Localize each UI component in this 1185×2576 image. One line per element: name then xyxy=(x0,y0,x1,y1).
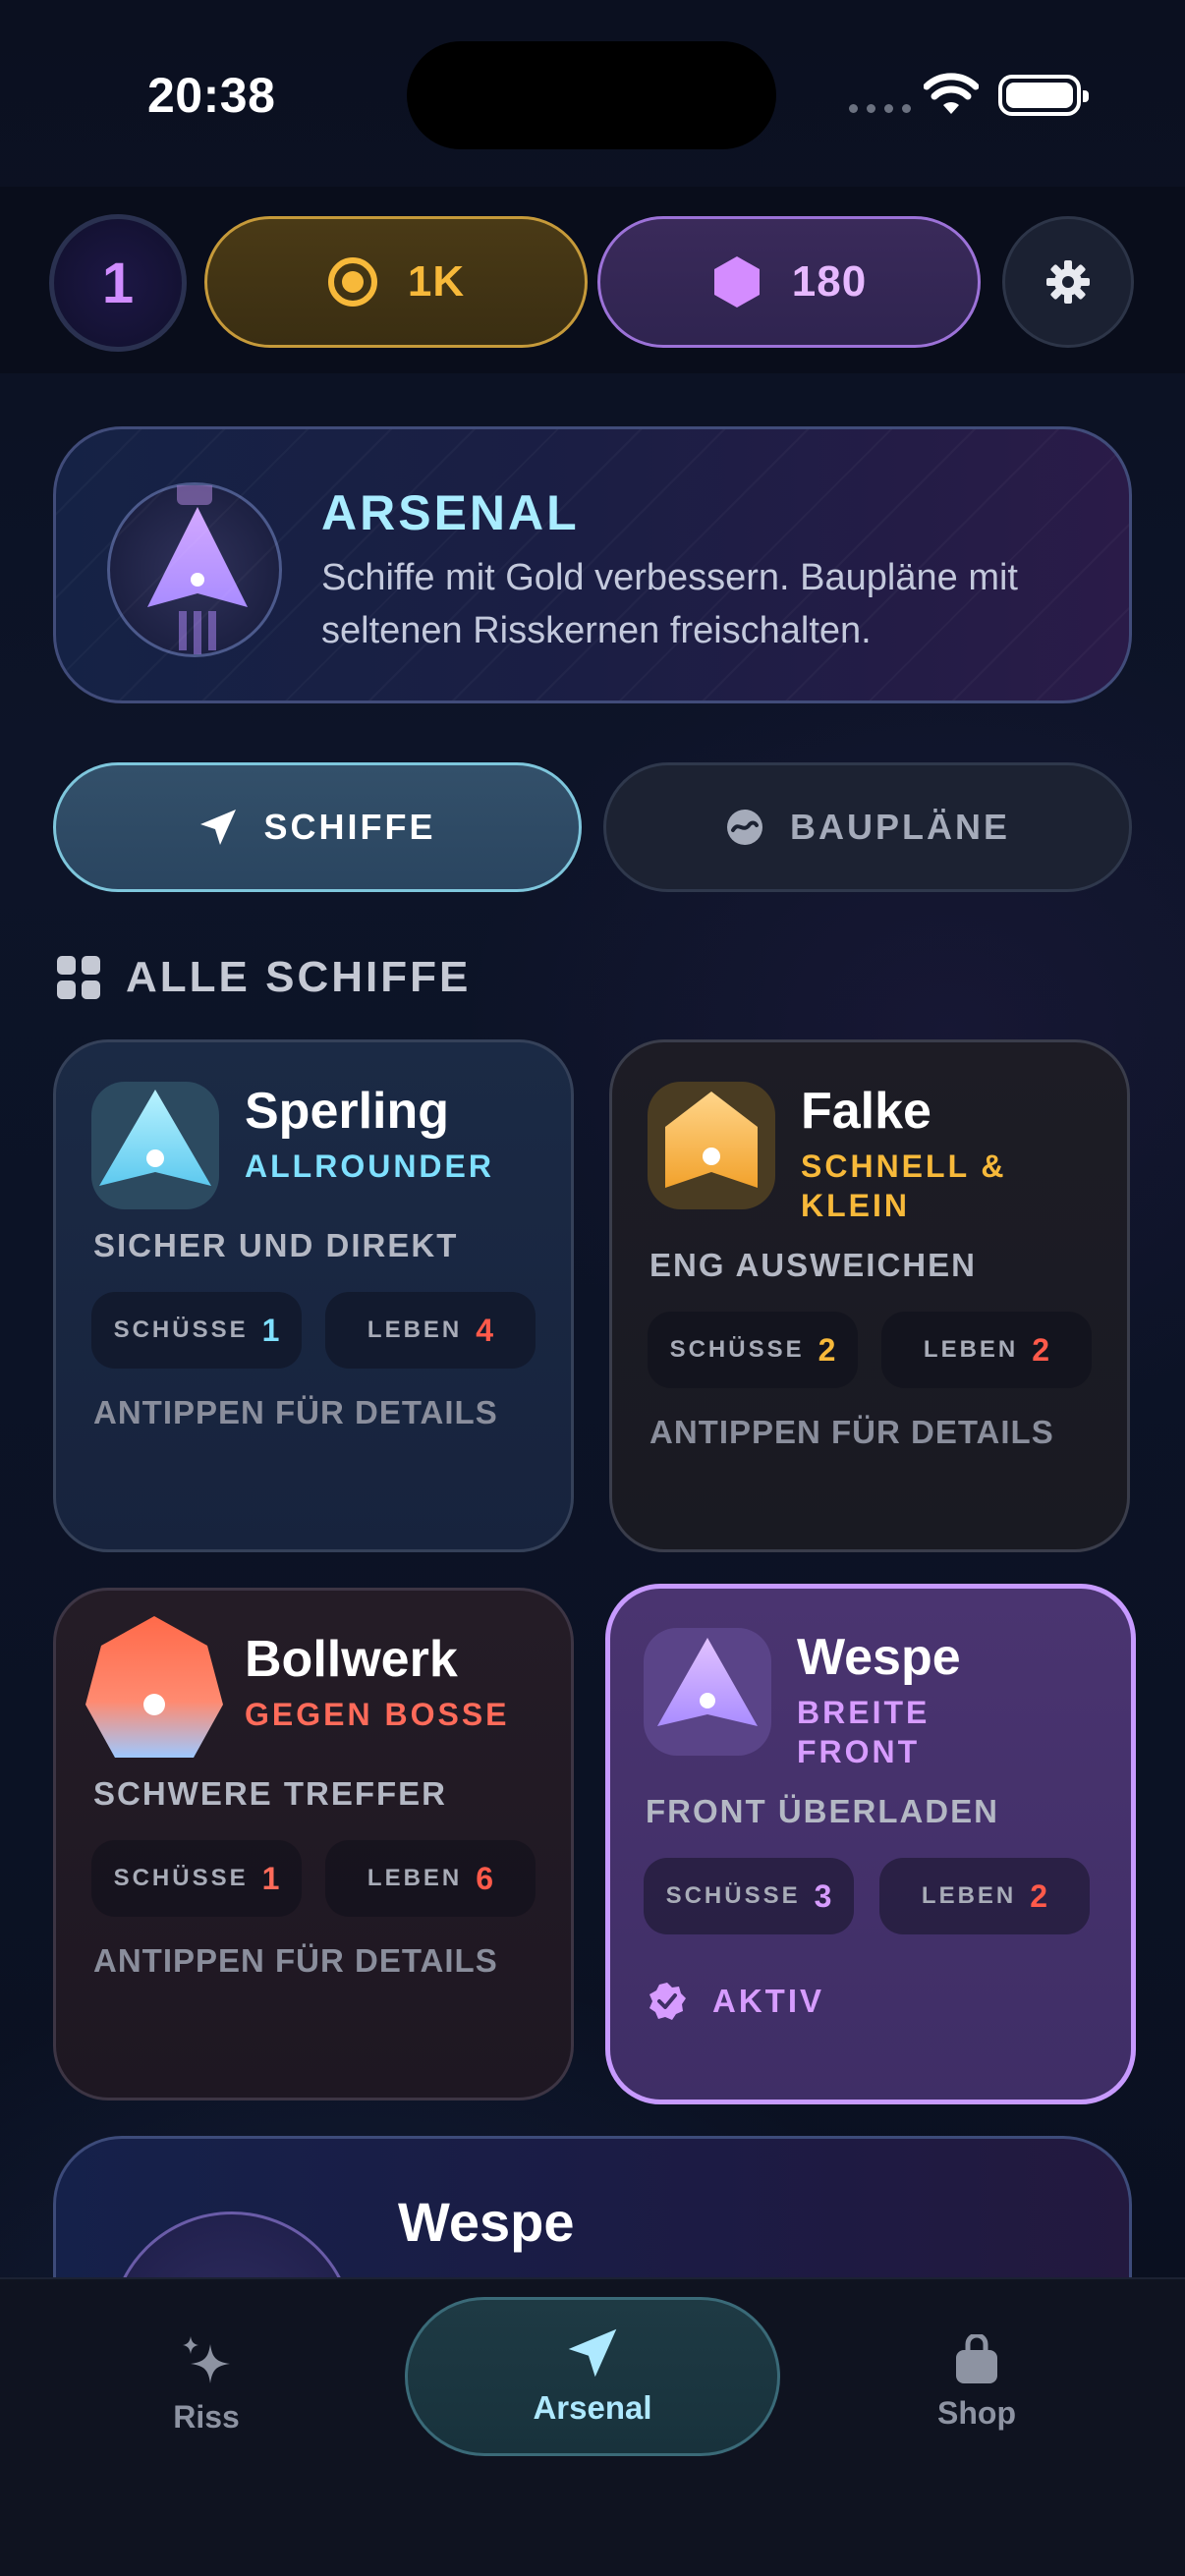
banner-title: ARSENAL xyxy=(321,485,580,540)
ship-card-bollwerk[interactable]: Bollwerk GEGEN BOSSE SCHWERE TREFFER SCH… xyxy=(53,1588,574,2100)
battery-icon xyxy=(998,75,1089,116)
ship-tagline: SICHER UND DIREKT xyxy=(93,1227,459,1263)
wespe-ship-icon xyxy=(644,1628,771,1756)
bollwerk-ship-icon xyxy=(85,1616,223,1758)
stat-lives-label: LEBEN xyxy=(367,1316,463,1343)
settings-button[interactable] xyxy=(1002,216,1134,348)
shopping-bag-icon xyxy=(956,2334,997,2383)
dynamic-island xyxy=(407,41,776,149)
featured-ship-name: Wespe xyxy=(398,2191,575,2253)
hexagon-gem-icon xyxy=(713,256,760,308)
card-hint: ANTIPPEN FÜR DETAILS xyxy=(93,1394,498,1430)
cellular-signal-icon xyxy=(849,104,911,113)
gear-icon xyxy=(1046,260,1090,304)
nav-riss-label: Riss xyxy=(173,2399,240,2435)
gold-amount: 1K xyxy=(407,257,466,306)
ship-name: Wespe xyxy=(797,1629,961,1686)
stat-lives: LEBEN 4 xyxy=(325,1292,536,1369)
blueprint-orbit-icon xyxy=(726,810,762,845)
level-badge[interactable]: 1 xyxy=(49,214,187,352)
status-bar: 20:38 xyxy=(0,0,1185,187)
ship-role: ALLROUNDER xyxy=(245,1148,494,1184)
stat-lives-label: LEBEN xyxy=(921,1882,1017,1909)
stat-shots: SCHÜSSE 1 xyxy=(91,1292,302,1369)
gold-balance[interactable]: 1K xyxy=(204,216,588,348)
ship-name: Falke xyxy=(801,1083,931,1140)
stat-lives-value: 4 xyxy=(476,1312,494,1348)
stat-lives-label: LEBEN xyxy=(923,1336,1019,1363)
stat-shots-value: 2 xyxy=(818,1331,836,1368)
ship-role: SCHNELL & KLEIN xyxy=(801,1148,1007,1223)
grid-icon xyxy=(57,956,100,999)
ship-card-sperling[interactable]: Sperling ALLROUNDER SICHER UND DIREKT SC… xyxy=(53,1039,574,1552)
status-time: 20:38 xyxy=(147,68,276,123)
nav-riss[interactable]: Riss xyxy=(98,2334,314,2436)
card-hint: ANTIPPEN FÜR DETAILS xyxy=(649,1414,1054,1450)
ship-name: Bollwerk xyxy=(245,1631,458,1688)
nav-shop-label: Shop xyxy=(937,2395,1016,2431)
wifi-icon xyxy=(924,73,979,114)
ship-name: Sperling xyxy=(245,1083,450,1140)
card-hint: ANTIPPEN FÜR DETAILS xyxy=(93,1942,498,1979)
nav-arsenal[interactable]: Arsenal xyxy=(405,2297,780,2456)
stat-shots-label: SCHÜSSE xyxy=(665,1882,801,1909)
falke-ship-icon xyxy=(648,1082,775,1209)
sperling-ship-icon xyxy=(91,1082,219,1209)
tab-blueprints[interactable]: BAUPLÄNE xyxy=(603,762,1132,892)
stat-lives: LEBEN 2 xyxy=(881,1312,1092,1388)
arsenal-banner: ARSENAL Schiffe mit Gold verbessern. Bau… xyxy=(53,426,1132,703)
gem-amount: 180 xyxy=(791,257,868,306)
ship-tagline: SCHWERE TREFFER xyxy=(93,1775,447,1812)
bottom-tab-bar: Riss Arsenal Shop xyxy=(0,2277,1185,2576)
section-heading: ALLE SCHIFFE xyxy=(57,953,471,1002)
ship-tagline: FRONT ÜBERLADEN xyxy=(646,1793,999,1829)
stat-shots: SCHÜSSE 3 xyxy=(644,1858,854,1934)
tab-blueprints-label: BAUPLÄNE xyxy=(789,807,1010,847)
ship-card-wespe[interactable]: Wespe BREITE FRONT FRONT ÜBERLADEN SCHÜS… xyxy=(605,1584,1136,2104)
active-indicator: AKTIV xyxy=(648,1982,824,2021)
ship-role: BREITE FRONT xyxy=(797,1695,931,1769)
sparkles-icon xyxy=(183,2336,230,2383)
wespe-ship-emblem xyxy=(107,466,282,657)
stat-shots-value: 1 xyxy=(261,1860,280,1896)
nav-arsenal-label: Arsenal xyxy=(533,2389,652,2426)
top-header: 1 1K 180 xyxy=(0,187,1185,373)
section-title: ALLE SCHIFFE xyxy=(126,953,472,1001)
stat-shots: SCHÜSSE 2 xyxy=(648,1312,858,1388)
stat-lives-value: 2 xyxy=(1030,1877,1048,1914)
ship-role: GEGEN BOSSE xyxy=(245,1697,510,1732)
active-label: AKTIV xyxy=(712,1983,824,2019)
stat-lives: LEBEN 2 xyxy=(879,1858,1090,1934)
ship-tagline: ENG AUSWEICHEN xyxy=(649,1247,977,1283)
coin-icon xyxy=(327,257,377,307)
banner-description: Schiffe mit Gold verbessern. Baupläne mi… xyxy=(321,557,1018,651)
ship-card-falke[interactable]: Falke SCHNELL & KLEIN ENG AUSWEICHEN SCH… xyxy=(609,1039,1130,1552)
stat-lives-value: 2 xyxy=(1032,1331,1050,1368)
stat-shots-label: SCHÜSSE xyxy=(669,1336,805,1363)
paper-plane-icon xyxy=(568,2328,617,2378)
tab-ships[interactable]: SCHIFFE xyxy=(53,762,582,892)
stat-shots-label: SCHÜSSE xyxy=(113,1865,249,1891)
stat-lives-value: 6 xyxy=(476,1860,494,1896)
stat-shots-label: SCHÜSSE xyxy=(113,1316,249,1343)
stat-shots-value: 3 xyxy=(814,1877,832,1914)
verified-badge-icon xyxy=(649,1983,686,2020)
paper-plane-icon xyxy=(200,810,237,845)
stat-shots: SCHÜSSE 1 xyxy=(91,1840,302,1917)
stat-lives: LEBEN 6 xyxy=(325,1840,536,1917)
tab-ships-label: SCHIFFE xyxy=(263,807,436,847)
stat-shots-value: 1 xyxy=(261,1312,280,1348)
nav-shop[interactable]: Shop xyxy=(869,2334,1085,2432)
stat-lives-label: LEBEN xyxy=(367,1865,463,1891)
gem-balance[interactable]: 180 xyxy=(597,216,981,348)
